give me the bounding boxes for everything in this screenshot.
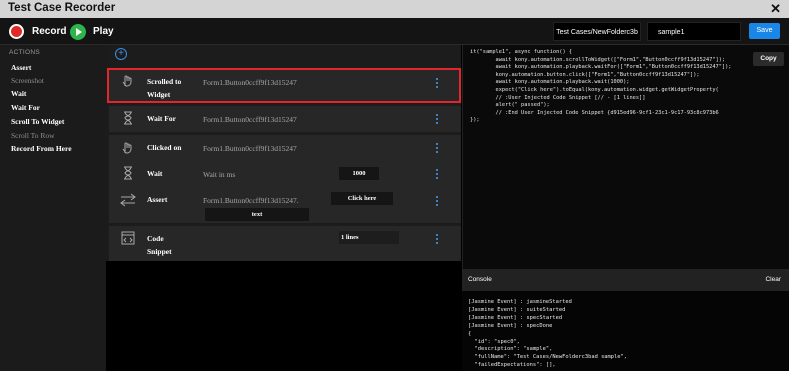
expected-value-field[interactable]: Click here <box>331 192 393 205</box>
hourglass-icon <box>119 165 137 181</box>
copy-button[interactable]: Copy <box>753 52 784 66</box>
sidebar-item-screenshot[interactable]: Screenshot <box>11 76 44 85</box>
sidebar-item-assert[interactable]: Assert <box>11 63 31 72</box>
console-tab[interactable]: Console <box>468 276 492 283</box>
clear-button[interactable]: Clear <box>765 276 781 283</box>
sidebar-item-record-from-here[interactable]: Record From Here <box>11 144 72 153</box>
step-target: Form1.Button0ccff9f13d15247 <box>203 144 297 153</box>
sidebar-item-scroll-to-row[interactable]: Scroll To Row <box>11 131 55 140</box>
step-row[interactable]: Assert Form1.Button0ccff9f13d15247. Clic… <box>109 187 461 223</box>
sidebar-item-wait[interactable]: Wait <box>11 89 26 98</box>
sidebar-item-wait-for[interactable]: Wait For <box>11 103 40 112</box>
snippet-lines-field[interactable]: 1 lines <box>339 231 399 244</box>
step-target: Form1.Button0ccff9f13d15247 <box>203 115 297 124</box>
step-menu-icon[interactable] <box>434 169 440 179</box>
step-row[interactable]: Wait For Form1.Button0ccff9f13d15247 <box>109 106 461 132</box>
console-header: Console Clear <box>462 269 789 291</box>
step-target: Form1.Button0ccff9f13d15247 <box>203 78 297 87</box>
record-icon <box>9 24 24 39</box>
step-row[interactable]: Wait Wait in ms 1000 <box>109 161 461 187</box>
wait-ms-placeholder[interactable]: Wait in ms <box>203 170 235 179</box>
record-label: Record <box>32 26 67 37</box>
step-action: Assert <box>147 195 168 204</box>
close-icon[interactable]: ✕ <box>770 1 781 17</box>
step-action: Clicked on <box>147 143 182 152</box>
step-menu-icon[interactable] <box>434 114 440 124</box>
hourglass-icon <box>119 110 137 126</box>
console-output: [Jasmine Event] : jasmineStarted [Jasmin… <box>462 291 789 371</box>
step-action-continued: Snippet <box>147 247 172 256</box>
code-icon <box>119 231 137 247</box>
add-step-button[interactable]: + <box>115 48 127 60</box>
record-button[interactable]: Record <box>9 22 66 41</box>
test-path-field[interactable]: Test Cases/NewFolderc3b <box>553 22 641 41</box>
step-action-continued: Widget <box>147 90 171 99</box>
generated-code[interactable]: it("sample1", async function() { await k… <box>470 49 750 125</box>
step-menu-icon[interactable] <box>434 78 440 88</box>
code-panel: it("sample1", async function() { await k… <box>462 45 789 269</box>
sidebar-item-scroll-to-widget[interactable]: Scroll To Widget <box>11 117 64 126</box>
step-action: Wait <box>147 169 163 178</box>
step-menu-icon[interactable] <box>434 196 440 206</box>
step-menu-icon[interactable] <box>434 143 440 153</box>
steps-list: + Scrolled to Widget Form1.Button0ccff9f… <box>106 45 461 261</box>
step-target: Form1.Button0ccff9f13d15247. <box>203 196 299 205</box>
step-action: Wait For <box>147 114 176 123</box>
window-title: Test Case Recorder <box>8 2 116 14</box>
play-label: Play <box>93 26 114 37</box>
wait-ms-field[interactable]: 1000 <box>339 167 379 180</box>
save-button[interactable]: Save <box>749 23 780 39</box>
hand-pointer-icon <box>119 72 137 88</box>
step-row[interactable]: Clicked on Form1.Button0ccff9f13d15247 <box>109 135 461 161</box>
test-name-field[interactable]: sample1 <box>647 22 741 41</box>
steps-panel: + Scrolled to Widget Form1.Button0ccff9f… <box>106 45 461 371</box>
arrows-icon <box>119 193 137 209</box>
toolbar: Record Play Test Cases/NewFolderc3b samp… <box>0 18 789 45</box>
step-row[interactable]: Code Snippet 1 lines <box>109 226 461 261</box>
play-button[interactable]: Play <box>70 22 114 41</box>
play-icon <box>70 23 86 40</box>
console-log: [Jasmine Event] : jasmineStarted [Jasmin… <box>468 299 628 369</box>
title-bar: Test Case Recorder ✕ <box>0 0 789 18</box>
step-menu-icon[interactable] <box>434 234 440 244</box>
actions-sidebar: ACTIONS Assert Screenshot Wait Wait For … <box>0 45 106 371</box>
step-row[interactable]: Scrolled to Widget Form1.Button0ccff9f13… <box>109 68 461 102</box>
actions-heading: ACTIONS <box>9 49 40 56</box>
property-field[interactable]: text <box>205 208 309 221</box>
hand-pointer-icon <box>119 139 137 155</box>
